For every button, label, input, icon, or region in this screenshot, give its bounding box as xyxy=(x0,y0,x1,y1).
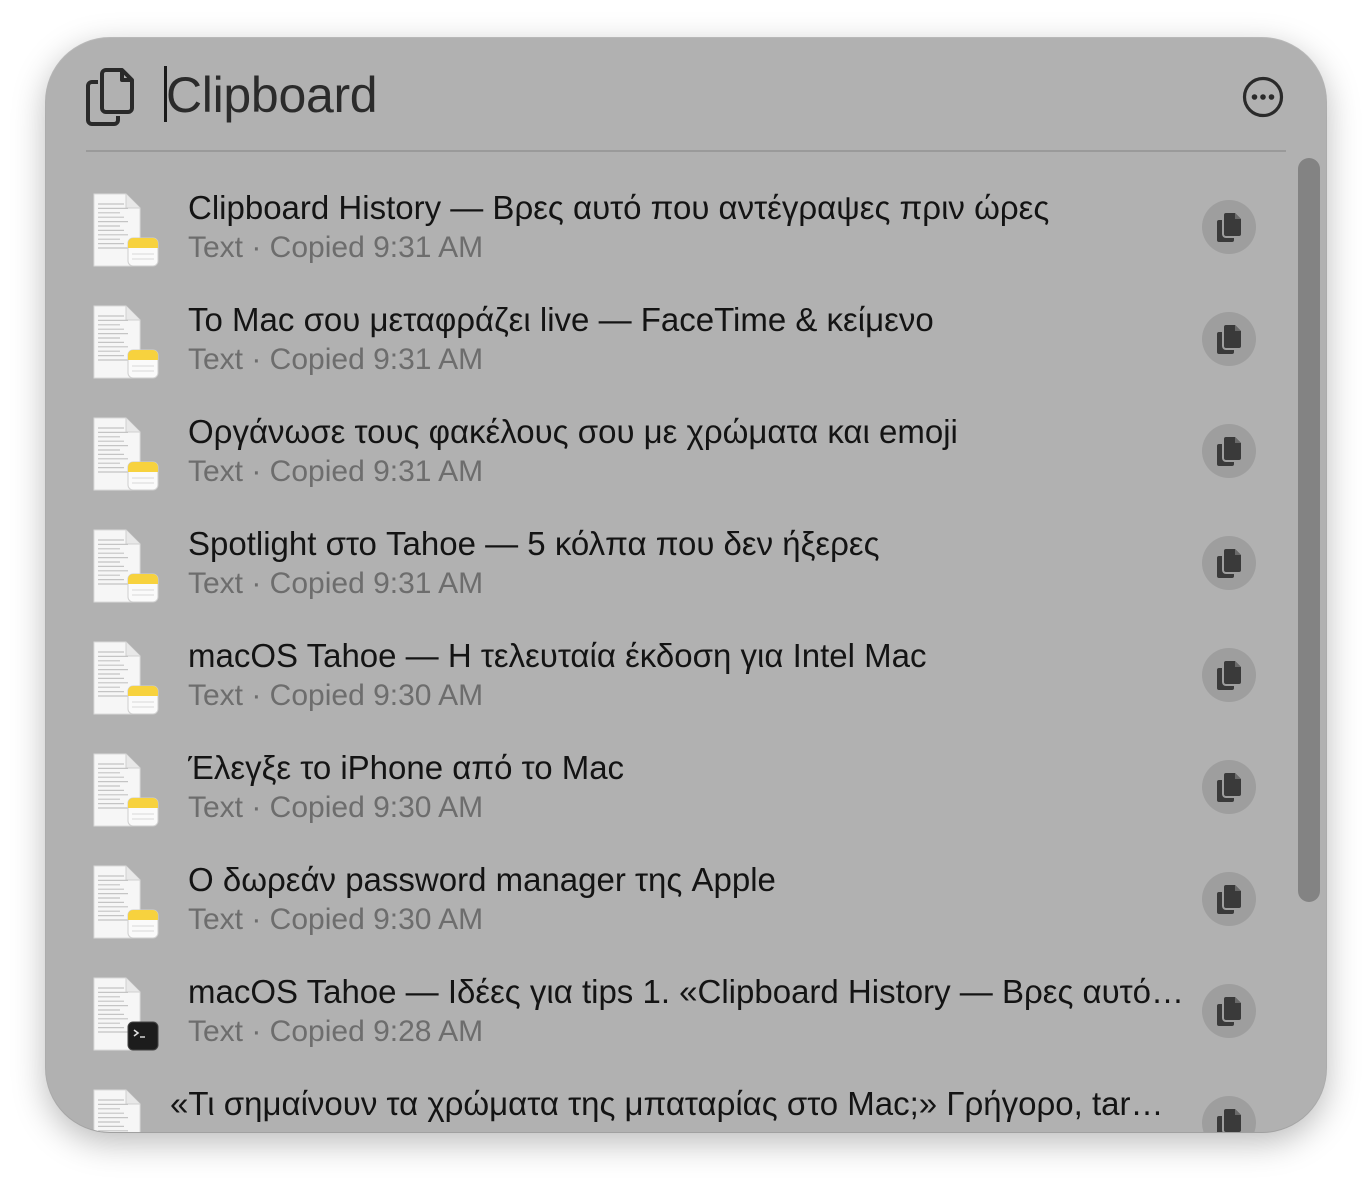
item-title: macOS Tahoe — Ιδέες για tips 1. «Clipboa… xyxy=(188,973,1185,1010)
item-subtitle: Text · Copied 9:30 AM xyxy=(188,791,484,824)
item-subtitle: Text · Copied 9:28 AM xyxy=(188,1015,484,1048)
copy-button[interactable] xyxy=(1202,872,1256,926)
search-input[interactable]: Clipboard xyxy=(166,66,378,124)
text-document-notes-icon xyxy=(90,1088,162,1132)
clipboard-item[interactable]: Ο δωρεάν password manager της Apple Text … xyxy=(46,824,1296,939)
clipboard-item[interactable]: Το Mac σου μεταφράζει live — FaceTime & … xyxy=(46,264,1296,379)
copy-button[interactable] xyxy=(1202,648,1256,702)
item-title: Έλεγξε το iPhone από το Mac xyxy=(188,749,625,786)
clipboard-list: Clipboard History — Βρες αυτό που αντέγρ… xyxy=(46,152,1296,1132)
clipboard-icon xyxy=(82,64,138,128)
item-subtitle: Text · Copied 9:31 AM xyxy=(188,455,484,488)
copy-button[interactable] xyxy=(1202,984,1256,1038)
item-title: Clipboard History — Βρες αυτό που αντέγρ… xyxy=(188,189,1050,226)
more-options-button[interactable] xyxy=(1242,76,1284,118)
clipboard-item[interactable]: macOS Tahoe — Ιδέες για tips 1. «Clipboa… xyxy=(46,936,1296,1051)
ellipsis-circle-icon xyxy=(1242,76,1284,118)
text-document-notes-icon xyxy=(90,304,162,384)
text-document-terminal-icon xyxy=(90,976,162,1056)
clipboard-item[interactable]: macOS Tahoe — Η τελευταία έκδοση για Int… xyxy=(46,600,1296,715)
copy-button[interactable] xyxy=(1202,200,1256,254)
text-document-notes-icon xyxy=(90,416,162,496)
item-subtitle: Text · Copied 9:31 AM xyxy=(188,343,484,376)
clipboard-panel: Clipboard Clipboard History — Βρες αυτό … xyxy=(46,38,1326,1132)
item-title: Ο δωρεάν password manager της Apple xyxy=(188,861,776,898)
text-document-notes-icon xyxy=(90,752,162,832)
item-subtitle: Text · Copied 9:30 AM xyxy=(188,679,484,712)
item-title: Spotlight στο Tahoe — 5 κόλπα που δεν ήξ… xyxy=(188,525,880,562)
clipboard-item[interactable]: Έλεγξε το iPhone από το Mac Text · Copied… xyxy=(46,712,1296,827)
item-title: Το Mac σου μεταφράζει live — FaceTime & … xyxy=(188,301,934,338)
copy-button[interactable] xyxy=(1202,424,1256,478)
clipboard-item[interactable]: Clipboard History — Βρες αυτό που αντέγρ… xyxy=(46,152,1296,267)
copy-button[interactable] xyxy=(1202,312,1256,366)
text-document-notes-icon xyxy=(90,192,162,272)
copy-button[interactable] xyxy=(1202,536,1256,590)
item-subtitle: Text · Copied 9:31 AM xyxy=(188,231,484,264)
clipboard-item[interactable]: Οργάνωσε τους φακέλους σου με χρώματα κα… xyxy=(46,376,1296,491)
clipboard-item[interactable]: «Τι σημαίνουν τα χρώματα της μπαταρίας σ… xyxy=(46,1048,1296,1132)
item-title: Οργάνωσε τους φακέλους σου με χρώματα κα… xyxy=(188,413,958,450)
text-document-notes-icon xyxy=(90,640,162,720)
copy-button[interactable] xyxy=(1202,1096,1256,1132)
scrollbar-thumb[interactable] xyxy=(1298,158,1320,902)
item-subtitle: Text · Copied 9:31 AM xyxy=(188,567,484,600)
search-header: Clipboard xyxy=(46,38,1326,150)
clipboard-item[interactable]: Spotlight στο Tahoe — 5 κόλπα που δεν ήξ… xyxy=(46,488,1296,603)
text-document-notes-icon xyxy=(90,864,162,944)
text-document-notes-icon xyxy=(90,528,162,608)
item-title: «Τι σημαίνουν τα χρώματα της μπαταρίας σ… xyxy=(170,1085,1164,1122)
item-title: macOS Tahoe — Η τελευταία έκδοση για Int… xyxy=(188,637,927,674)
item-subtitle: Text · Copied 9:30 AM xyxy=(188,903,484,936)
copy-button[interactable] xyxy=(1202,760,1256,814)
